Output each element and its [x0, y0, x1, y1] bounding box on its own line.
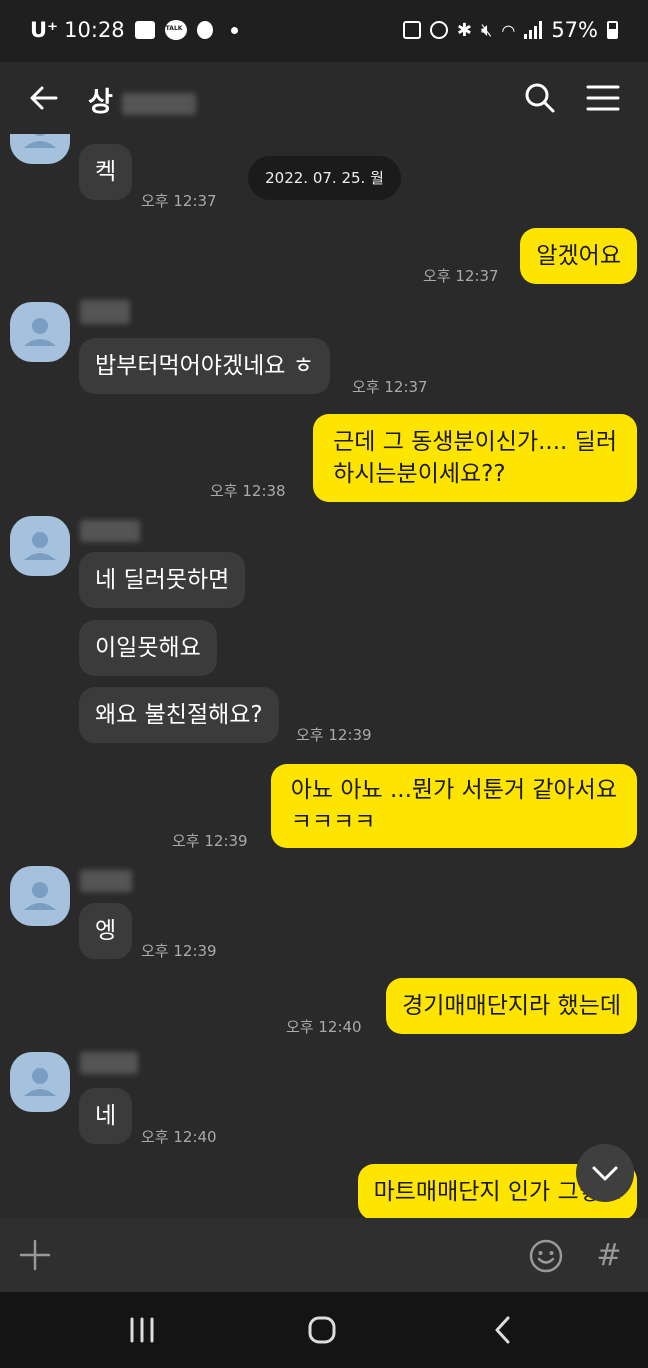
message-time: 오후 12:37 — [352, 378, 428, 396]
message-input-bar[interactable]: # — [0, 1218, 648, 1292]
message-bubble-incoming: 왜요 불친절해요? — [79, 687, 279, 743]
message-time: 오후 12:39 — [141, 942, 217, 960]
message-bubble-outgoing: 아뇨 아뇨 ...뭔가 서툰거 같아서요 ㅋㅋㅋㅋ — [270, 764, 637, 848]
avatar[interactable] — [10, 516, 70, 576]
message-bubble-incoming: 네 — [79, 1088, 133, 1144]
person-icon — [24, 882, 56, 910]
chat-header: 상 — [0, 62, 648, 134]
battery-icon — [607, 21, 618, 39]
gallery-icon — [134, 21, 155, 39]
chat-area[interactable]: 켁 오후 12:37 2022. 07. 25. 월 알겠어요 오후 12:37… — [0, 134, 648, 1218]
hashtag-icon[interactable]: # — [592, 1238, 626, 1274]
kakaotalk-icon — [164, 20, 187, 40]
back-icon[interactable] — [484, 1314, 524, 1346]
avatar[interactable] — [10, 134, 70, 164]
person-icon — [24, 532, 56, 560]
message-line: ㅋㅋㅋㅋ — [290, 809, 376, 835]
message-time: 오후 12:39 — [172, 832, 248, 850]
message-bubble-outgoing: 경기매매단지라 했는데 — [386, 978, 637, 1034]
carrier-label: U⁺ — [30, 18, 59, 42]
alarm-icon — [429, 21, 448, 39]
avatar[interactable] — [10, 866, 70, 926]
date-divider: 2022. 07. 25. 월 — [248, 156, 401, 200]
sim-icon — [402, 21, 421, 39]
message-line: 아뇨 아뇨 ...뭔가 서툰거 같아서요 — [290, 777, 617, 803]
battery-percent: 57% — [551, 18, 598, 42]
message-bubble-outgoing: 근데 그 동생분이신가.... 딜러 하시는분이세요?? — [313, 414, 637, 502]
home-icon[interactable] — [302, 1314, 342, 1346]
status-left: U⁺ 10:28 — [30, 18, 238, 42]
person-icon — [24, 1068, 56, 1096]
scroll-to-bottom-button[interactable] — [576, 1144, 634, 1202]
message-time: 오후 12:38 — [210, 482, 286, 500]
blurred-name — [122, 92, 197, 115]
message-line: 하시는분이세요?? — [333, 461, 506, 487]
system-nav-bar — [0, 1292, 648, 1368]
chevron-down-icon — [592, 1166, 618, 1181]
message-time: 오후 12:40 — [141, 1128, 217, 1146]
signal-icon — [524, 21, 543, 39]
wifi-icon: ◠ — [501, 20, 516, 40]
message-bubble-incoming: 밥부터먹어야겠네요 ㅎ — [79, 338, 330, 394]
chat-title-text: 상 — [88, 87, 113, 118]
message-bubble-incoming: 엥 — [79, 903, 133, 959]
search-icon[interactable] — [524, 82, 556, 114]
avatar[interactable] — [10, 302, 70, 362]
message-time: 오후 12:37 — [141, 192, 217, 210]
dot-icon — [230, 26, 238, 34]
message-bubble-incoming: 이일못해요 — [79, 620, 217, 676]
menu-icon[interactable] — [586, 84, 620, 112]
message-bubble-outgoing: 알겠어요 — [520, 228, 637, 284]
message-time: 오후 12:39 — [296, 726, 372, 744]
bluetooth-icon: ✱ — [456, 19, 472, 41]
emoji-icon[interactable] — [528, 1238, 564, 1274]
back-arrow-icon[interactable] — [28, 82, 60, 114]
status-bar: U⁺ 10:28 ✱ 🔇︎ ◠ 57% — [0, 0, 648, 62]
sender-name-blurred — [80, 520, 140, 542]
message-time: 오후 12:37 — [423, 267, 499, 285]
avatar[interactable] — [10, 1052, 70, 1112]
sender-name-blurred — [80, 1052, 138, 1074]
sender-name-blurred — [80, 300, 130, 324]
accessibility-icon — [196, 21, 213, 39]
plus-icon[interactable] — [18, 1238, 52, 1272]
message-bubble-incoming: 켁 — [79, 144, 133, 200]
chat-title: 상 — [88, 80, 197, 119]
message-line: 근데 그 동생분이신가.... 딜러 — [333, 429, 617, 455]
sender-name-blurred — [80, 870, 132, 892]
recent-apps-icon[interactable] — [122, 1314, 162, 1346]
person-icon — [24, 318, 56, 346]
clock: 10:28 — [64, 18, 125, 42]
message-bubble-incoming: 네 딜러못하면 — [79, 552, 246, 608]
message-time: 오후 12:40 — [286, 1018, 362, 1036]
status-right: ✱ 🔇︎ ◠ 57% — [402, 18, 618, 42]
person-icon — [24, 134, 56, 148]
mute-icon: 🔇︎ — [481, 19, 493, 41]
